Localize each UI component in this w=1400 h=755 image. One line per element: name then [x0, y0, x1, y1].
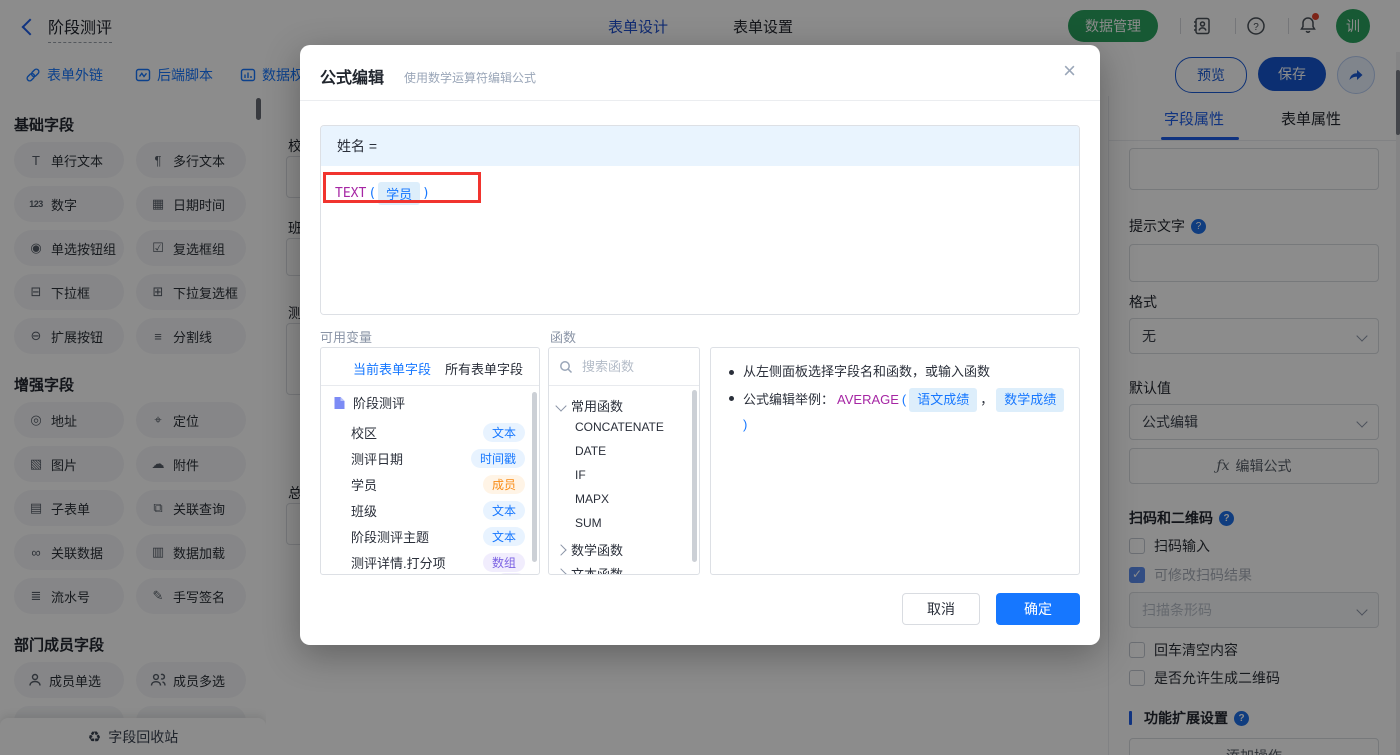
function-item[interactable]: SUM [575, 516, 602, 530]
document-icon [334, 396, 345, 409]
modal-title: 公式编辑 [320, 70, 385, 87]
annotation-red-box [323, 172, 481, 203]
function-search-input[interactable] [580, 358, 684, 375]
bullet-icon [729, 396, 734, 401]
variable-row[interactable]: 班级 文本 [351, 497, 525, 523]
type-tag: 文本 [482, 526, 525, 546]
help-panel: 从左侧面板选择字段名和函数，或输入函数 公式编辑举例： AVERAGE( 语文成绩… [710, 347, 1080, 575]
tab-all-form-fields[interactable]: 所有表单字段 [445, 359, 523, 378]
help-bullet-1: 从左侧面板选择字段名和函数，或输入函数 [729, 362, 1065, 382]
chevron-right-icon [555, 543, 567, 556]
chevron-right-icon [555, 567, 567, 574]
variables-tabs: 当前表单字段 所有表单字段 [321, 348, 539, 386]
functions-panel: 常用函数 CONCATENATE DATE IF MAPX SUM 数学函数 文… [548, 347, 700, 575]
function-item[interactable]: IF [575, 468, 586, 482]
divider [300, 100, 1100, 101]
function-item[interactable]: DATE [575, 444, 606, 458]
formula-target: 姓名 = [321, 126, 1079, 166]
variable-row[interactable]: 测评日期 时间戳 [351, 445, 525, 471]
functions-label: 函数 [550, 330, 577, 345]
tree-root-form[interactable]: 阶段测评 [333, 393, 405, 412]
tab-current-form-fields[interactable]: 当前表单字段 [353, 359, 431, 378]
type-tag: 文本 [482, 422, 525, 442]
help-bullet-2: 公式编辑举例： AVERAGE( 语文成绩 ， 数学成绩 ) [729, 388, 1065, 435]
variable-row[interactable]: 阶段测评主题 文本 [351, 523, 525, 549]
function-item[interactable]: MAPX [575, 492, 609, 506]
variable-row[interactable]: 学员 成员 [351, 471, 525, 497]
cancel-button[interactable]: 取消 [902, 593, 980, 625]
variables-panel: 当前表单字段 所有表单字段 阶段测评 校区 文本 测评日期 时间戳 学员 成员 班级文… [320, 347, 540, 575]
partial-tag [496, 573, 525, 574]
formula-editor-box: 姓名 = TEXT( 学员 ) [320, 125, 1080, 315]
variables-label: 可用变量 [320, 330, 373, 345]
function-item[interactable]: CONCATENATE [575, 420, 664, 434]
field-chip: 语文成绩 [909, 388, 978, 412]
function-search[interactable] [549, 348, 699, 386]
function-keyword: AVERAGE [837, 392, 899, 407]
app-window: 阶段测评 表单设计 表单设置 数据管理 ? 训 表单外链 后端脚本 数据权限 预… [0, 0, 1400, 755]
function-group-text[interactable]: 文本函数 [555, 564, 623, 574]
formula-editor-modal: 公式编辑 使用数学运算符编辑公式 × 姓名 = TEXT( 学员 ) 可用变量 … [300, 45, 1100, 645]
chevron-down-icon [555, 399, 567, 412]
modal-subtitle: 使用数学运算符编辑公式 [404, 71, 537, 85]
function-group-math[interactable]: 数学函数 [555, 540, 623, 559]
type-tag: 数组 [482, 552, 525, 572]
functions-scrollbar-thumb[interactable] [692, 390, 697, 562]
type-tag: 时间戳 [470, 448, 525, 468]
type-tag: 文本 [482, 500, 525, 520]
close-icon[interactable]: × [1063, 60, 1076, 82]
search-icon [560, 360, 573, 373]
variable-row[interactable]: 测评详情.打分项 数组 [351, 549, 525, 574]
function-group-common[interactable]: 常用函数 [555, 396, 623, 415]
variables-scrollbar-thumb[interactable] [532, 392, 537, 562]
field-chip: 数学成绩 [996, 388, 1065, 412]
variable-row[interactable]: 校区 文本 [351, 419, 525, 445]
type-tag: 成员 [482, 474, 525, 494]
confirm-button[interactable]: 确定 [996, 593, 1080, 625]
bullet-icon [729, 370, 734, 375]
